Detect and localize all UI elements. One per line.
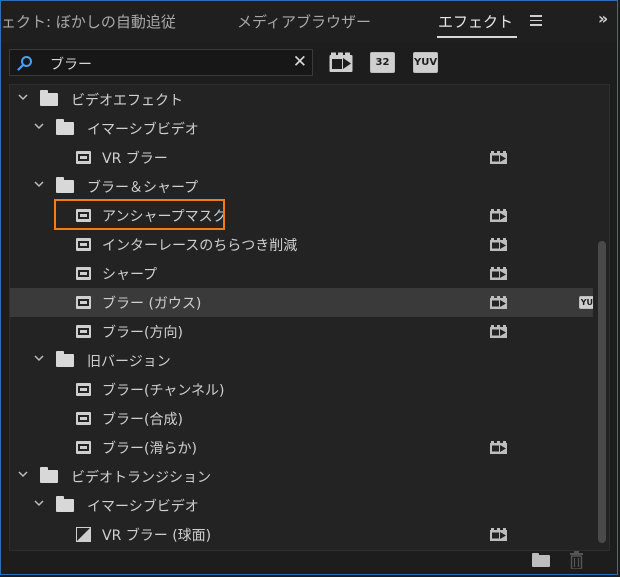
- yuv-badge-text: YUV: [579, 296, 593, 309]
- tree-item-label: イマーシブビデオ: [87, 122, 199, 138]
- tab-effect-controls[interactable]: ェクト: ぼかしの自動追従: [1, 11, 176, 32]
- tree-item-label: イマーシブビデオ: [87, 499, 199, 515]
- folder-icon: [40, 467, 58, 483]
- chevron-down-icon[interactable]: [34, 498, 44, 508]
- tree-item-label: 旧バージョン: [87, 354, 171, 370]
- tree-effect-row[interactable]: VR ブラー (球面): [10, 520, 593, 549]
- panel-tab-bar: ェクト: ぼかしの自動追従 メディアブラウザー エフェクト ››: [1, 1, 617, 43]
- accelerated-effect-icon: [490, 528, 507, 541]
- tree-effect-row[interactable]: インターレースのちらつき削減: [10, 230, 593, 259]
- tree-item-label: ブラー(チャンネル): [102, 383, 225, 399]
- tree-item-label: ブラー＆シャープ: [87, 180, 199, 196]
- tree-item-label: ブラー(合成): [102, 412, 183, 428]
- tree-folder-row[interactable]: ブラー＆シャープ: [10, 172, 593, 201]
- yuv-filter-button[interactable]: YUV: [413, 52, 438, 73]
- yuv-badge: YUV: [413, 52, 438, 73]
- scrollbar-thumb[interactable]: [598, 241, 606, 543]
- search-input[interactable]: ブラー ✕: [9, 49, 313, 76]
- chevron-down-icon[interactable]: [34, 353, 44, 363]
- effect-icon: [76, 267, 91, 280]
- tree-folder-row[interactable]: 旧バージョン: [10, 346, 593, 375]
- accelerated-effects-filter-button[interactable]: [329, 52, 353, 73]
- overflow-chevron-icon[interactable]: ››: [598, 9, 608, 28]
- tree-item-label: ブラー(滑らか): [102, 441, 197, 457]
- tree-effect-row[interactable]: ブラー(合成): [10, 404, 593, 433]
- folder-icon: [56, 496, 74, 512]
- 32bit-badge: 32: [370, 52, 395, 73]
- effects-tree: ビデオエフェクト イマーシブビデオ VR ブラー ブラー＆シャープ アンシャープマスクイ…: [9, 84, 610, 551]
- chevron-down-icon[interactable]: [18, 92, 28, 102]
- tree-item-label: VR ブラー (球面): [102, 528, 212, 544]
- 32bit-filter-button[interactable]: 32: [370, 52, 395, 73]
- active-tab-indicator: [437, 36, 517, 38]
- accelerated-effect-icon: [490, 441, 507, 454]
- tree-item-label: インターレースのちらつき削減: [102, 238, 298, 254]
- tree-effect-row[interactable]: VR ブラー: [10, 143, 593, 172]
- tab-effects[interactable]: エフェクト: [438, 11, 513, 32]
- tree-folder-row[interactable]: ビデオトランジション: [10, 462, 593, 491]
- effect-icon: [76, 441, 91, 454]
- tree-item-label: ブラー(方向): [102, 325, 183, 341]
- tab-media-browser[interactable]: メディアブラウザー: [237, 11, 371, 32]
- effect-icon: [76, 151, 91, 164]
- folder-icon: [56, 177, 74, 193]
- chevron-down-icon[interactable]: [34, 121, 44, 131]
- tree-effect-row[interactable]: シャープ: [10, 259, 593, 288]
- new-custom-bin-icon[interactable]: [532, 553, 550, 567]
- chevron-down-icon[interactable]: [34, 179, 44, 189]
- tree-item-label: VR ブラー: [102, 151, 168, 167]
- vertical-scrollbar[interactable]: [595, 85, 609, 550]
- accelerated-effect-icon: [329, 52, 353, 72]
- tree-item-label: ブラー (ガウス): [102, 296, 202, 312]
- tree-folder-row[interactable]: ビデオエフェクト: [10, 85, 593, 114]
- tree-item-label: ビデオトランジション: [71, 470, 211, 486]
- tree-folder-row[interactable]: イマーシブビデオ: [10, 114, 593, 143]
- accelerated-effect-icon: [490, 325, 507, 338]
- tree-folder-row[interactable]: イマーシブビデオ: [10, 491, 593, 520]
- accelerated-effect-icon: [490, 296, 507, 309]
- tree-effect-row[interactable]: ブラー(滑らか): [10, 433, 593, 462]
- tree-item-label: シャープ: [102, 267, 158, 283]
- effect-icon: [76, 238, 91, 251]
- accelerated-effect-icon: [490, 238, 507, 251]
- accelerated-effect-icon: [490, 267, 507, 280]
- effect-icon: [76, 383, 91, 396]
- transition-icon: [76, 527, 91, 542]
- yuv-badge-icon: YUV: [579, 296, 593, 309]
- effect-icon: [76, 412, 91, 425]
- tree-effect-row[interactable]: ブラー (ガウス) YUV: [10, 288, 593, 317]
- folder-icon: [40, 90, 58, 106]
- orange-highlight-box: [54, 199, 225, 230]
- search-icon: [17, 56, 32, 71]
- tree-effect-row[interactable]: ブラー(チャンネル): [10, 375, 593, 404]
- tree-item-label: ビデオエフェクト: [71, 93, 183, 109]
- folder-icon: [56, 119, 74, 135]
- search-value: ブラー: [50, 57, 92, 73]
- chevron-down-icon[interactable]: [18, 469, 28, 479]
- tree-effect-row[interactable]: ブラー(方向): [10, 317, 593, 346]
- clear-search-icon[interactable]: ✕: [293, 52, 307, 72]
- trash-icon[interactable]: [569, 551, 584, 569]
- effect-icon: [76, 296, 91, 309]
- accelerated-effect-icon: [490, 151, 507, 164]
- effect-icon: [76, 325, 91, 338]
- accelerated-effect-icon: [490, 209, 507, 222]
- panel-menu-icon[interactable]: [530, 15, 542, 26]
- folder-icon: [56, 351, 74, 367]
